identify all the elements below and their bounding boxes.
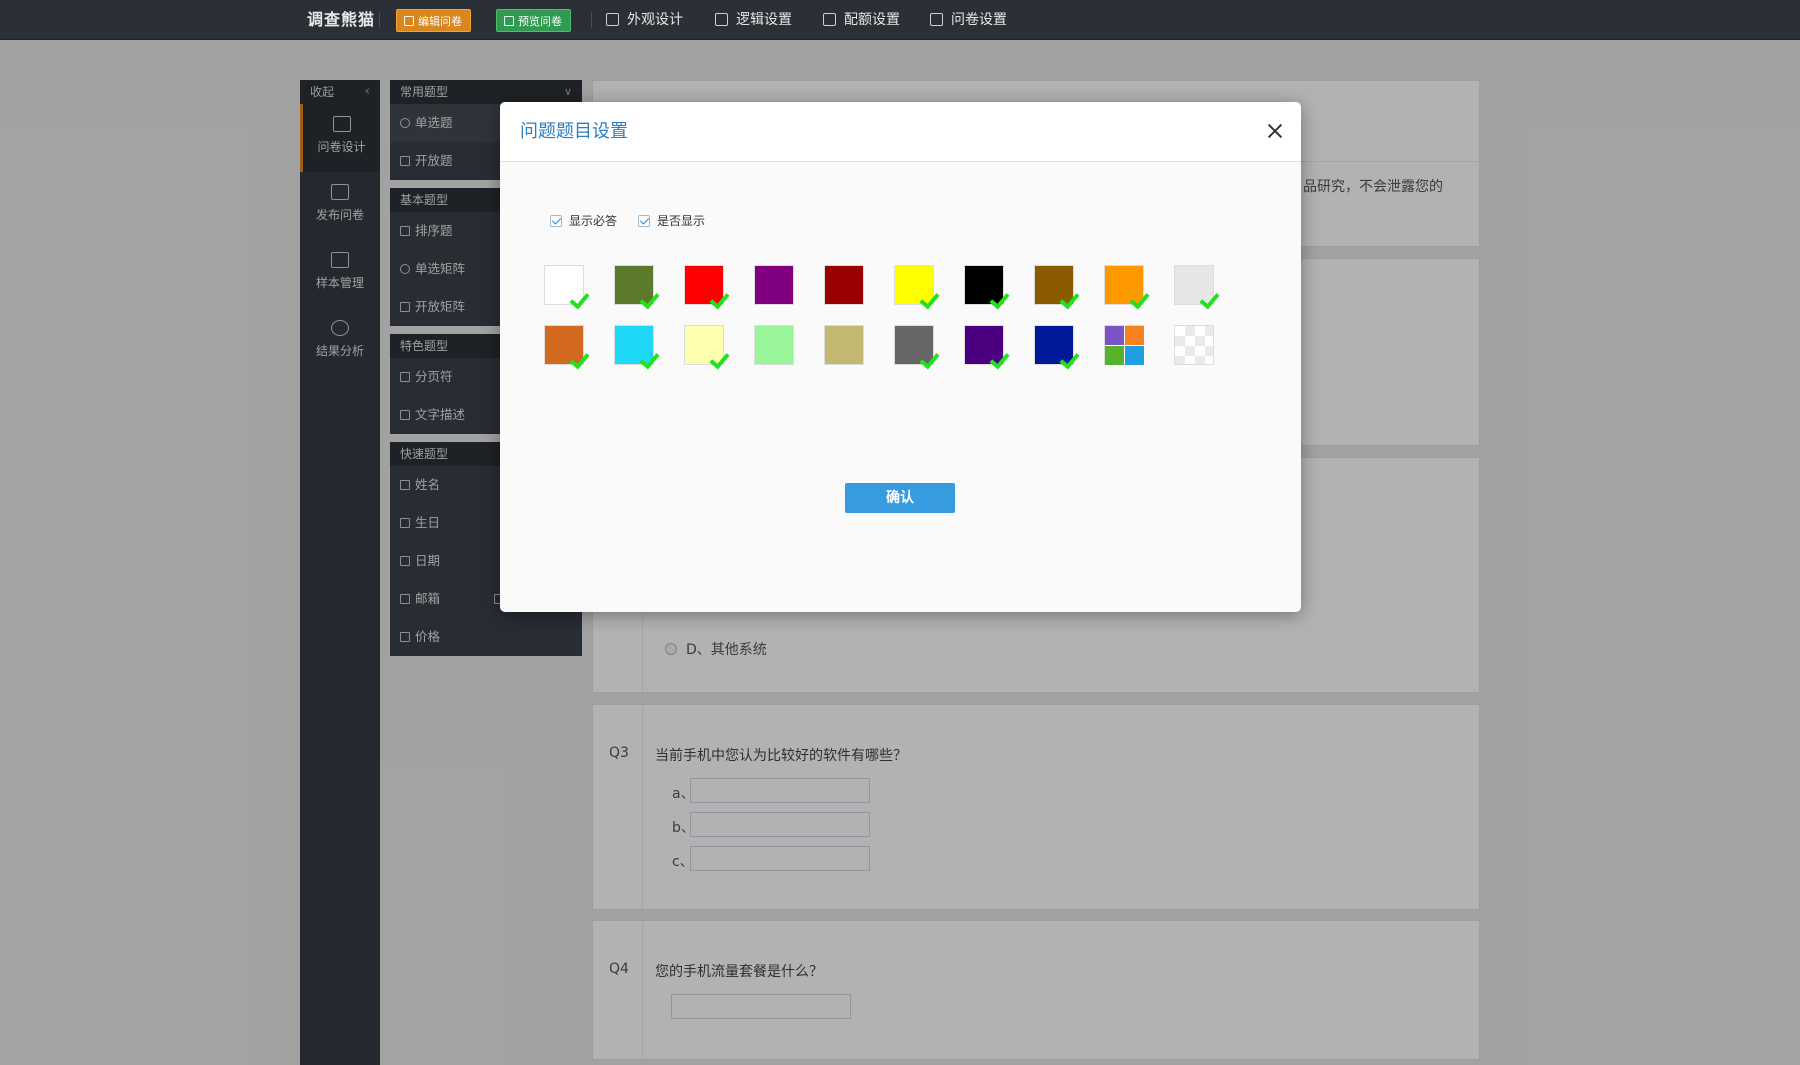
- color-swatch[interactable]: [754, 325, 794, 365]
- preview-icon: [504, 16, 514, 26]
- nav-label: 逻辑设置: [736, 12, 792, 28]
- color-swatch[interactable]: [1034, 325, 1080, 370]
- nav-label: 配额设置: [844, 12, 900, 28]
- checkmark-icon: [919, 288, 940, 310]
- checkbox-icon: [638, 215, 650, 227]
- color-swatch[interactable]: [894, 325, 940, 370]
- quota-icon: [823, 13, 836, 26]
- checkbox-label: 显示必答: [569, 214, 618, 228]
- color-swatch[interactable]: [614, 325, 660, 370]
- color-swatch[interactable]: [894, 265, 940, 310]
- color-swatch-part: [1105, 346, 1124, 365]
- color-swatch[interactable]: [1104, 265, 1150, 310]
- link-icon: [715, 13, 728, 26]
- checkmark-icon: [639, 348, 660, 370]
- question-settings-modal: 问题题目设置 显示必答 是否显示 确认: [500, 102, 1301, 612]
- top-bar: 调查熊猫 编辑问卷 预览问卷 外观设计 逻辑设置 配额设置 问卷设置: [0, 0, 1800, 40]
- checkmark-icon: [989, 288, 1010, 310]
- color-swatch-part: [1125, 326, 1144, 345]
- color-swatch[interactable]: [824, 265, 864, 305]
- close-icon[interactable]: [1263, 119, 1287, 143]
- confirm-button[interactable]: 确认: [845, 483, 955, 513]
- checkmark-icon: [1059, 288, 1080, 310]
- checkmark-icon: [709, 288, 730, 310]
- checkbox-icon: [550, 215, 562, 227]
- nav-survey-settings[interactable]: 问卷设置: [930, 0, 1007, 40]
- color-swatch-part: [1105, 326, 1124, 345]
- checkmark-icon: [989, 348, 1010, 370]
- color-swatch[interactable]: [1174, 325, 1214, 365]
- checkmark-icon: [639, 288, 660, 310]
- color-swatch[interactable]: [684, 265, 730, 310]
- settings-doc-icon: [930, 13, 943, 26]
- color-swatch[interactable]: [754, 265, 794, 305]
- color-swatch[interactable]: [824, 325, 864, 365]
- modal-title: 问题题目设置: [520, 121, 628, 142]
- checkmark-icon: [1129, 288, 1150, 310]
- color-swatch[interactable]: [614, 265, 660, 310]
- checkmark-icon: [569, 288, 590, 310]
- nav-logic-settings[interactable]: 逻辑设置: [715, 0, 792, 40]
- shirt-icon: [606, 13, 619, 26]
- edit-survey-label: 编辑问卷: [418, 15, 462, 28]
- color-swatch[interactable]: [964, 265, 1010, 310]
- nav-label: 外观设计: [627, 12, 683, 28]
- brand-logo: 调查熊猫: [307, 10, 376, 29]
- edit-survey-button[interactable]: 编辑问卷: [396, 9, 471, 32]
- color-swatch[interactable]: [684, 325, 730, 370]
- checkmark-icon: [569, 348, 590, 370]
- checkmark-icon: [1199, 288, 1220, 310]
- show-required-checkbox[interactable]: 显示必答: [550, 212, 617, 229]
- color-swatch-part: [1125, 346, 1144, 365]
- checkmark-icon: [1059, 348, 1080, 370]
- color-swatch[interactable]: [544, 325, 590, 370]
- edit-icon: [404, 16, 414, 26]
- color-swatch[interactable]: [1174, 265, 1220, 310]
- divider: [591, 12, 592, 28]
- modal-header: 问题题目设置: [500, 102, 1301, 162]
- nav-label: 问卷设置: [951, 12, 1007, 28]
- show-visible-checkbox[interactable]: 是否显示: [638, 212, 705, 229]
- color-swatch[interactable]: [544, 265, 590, 310]
- divider: [379, 12, 380, 28]
- nav-appearance-design[interactable]: 外观设计: [606, 0, 683, 40]
- preview-survey-label: 预览问卷: [518, 15, 562, 28]
- checkbox-label: 是否显示: [657, 214, 706, 228]
- color-swatch[interactable]: [964, 325, 1010, 370]
- nav-quota-settings[interactable]: 配额设置: [823, 0, 900, 40]
- color-swatch[interactable]: [1104, 325, 1144, 365]
- checkmark-icon: [919, 348, 940, 370]
- checkmark-icon: [709, 348, 730, 370]
- preview-survey-button[interactable]: 预览问卷: [496, 9, 571, 32]
- color-swatch[interactable]: [1034, 265, 1080, 310]
